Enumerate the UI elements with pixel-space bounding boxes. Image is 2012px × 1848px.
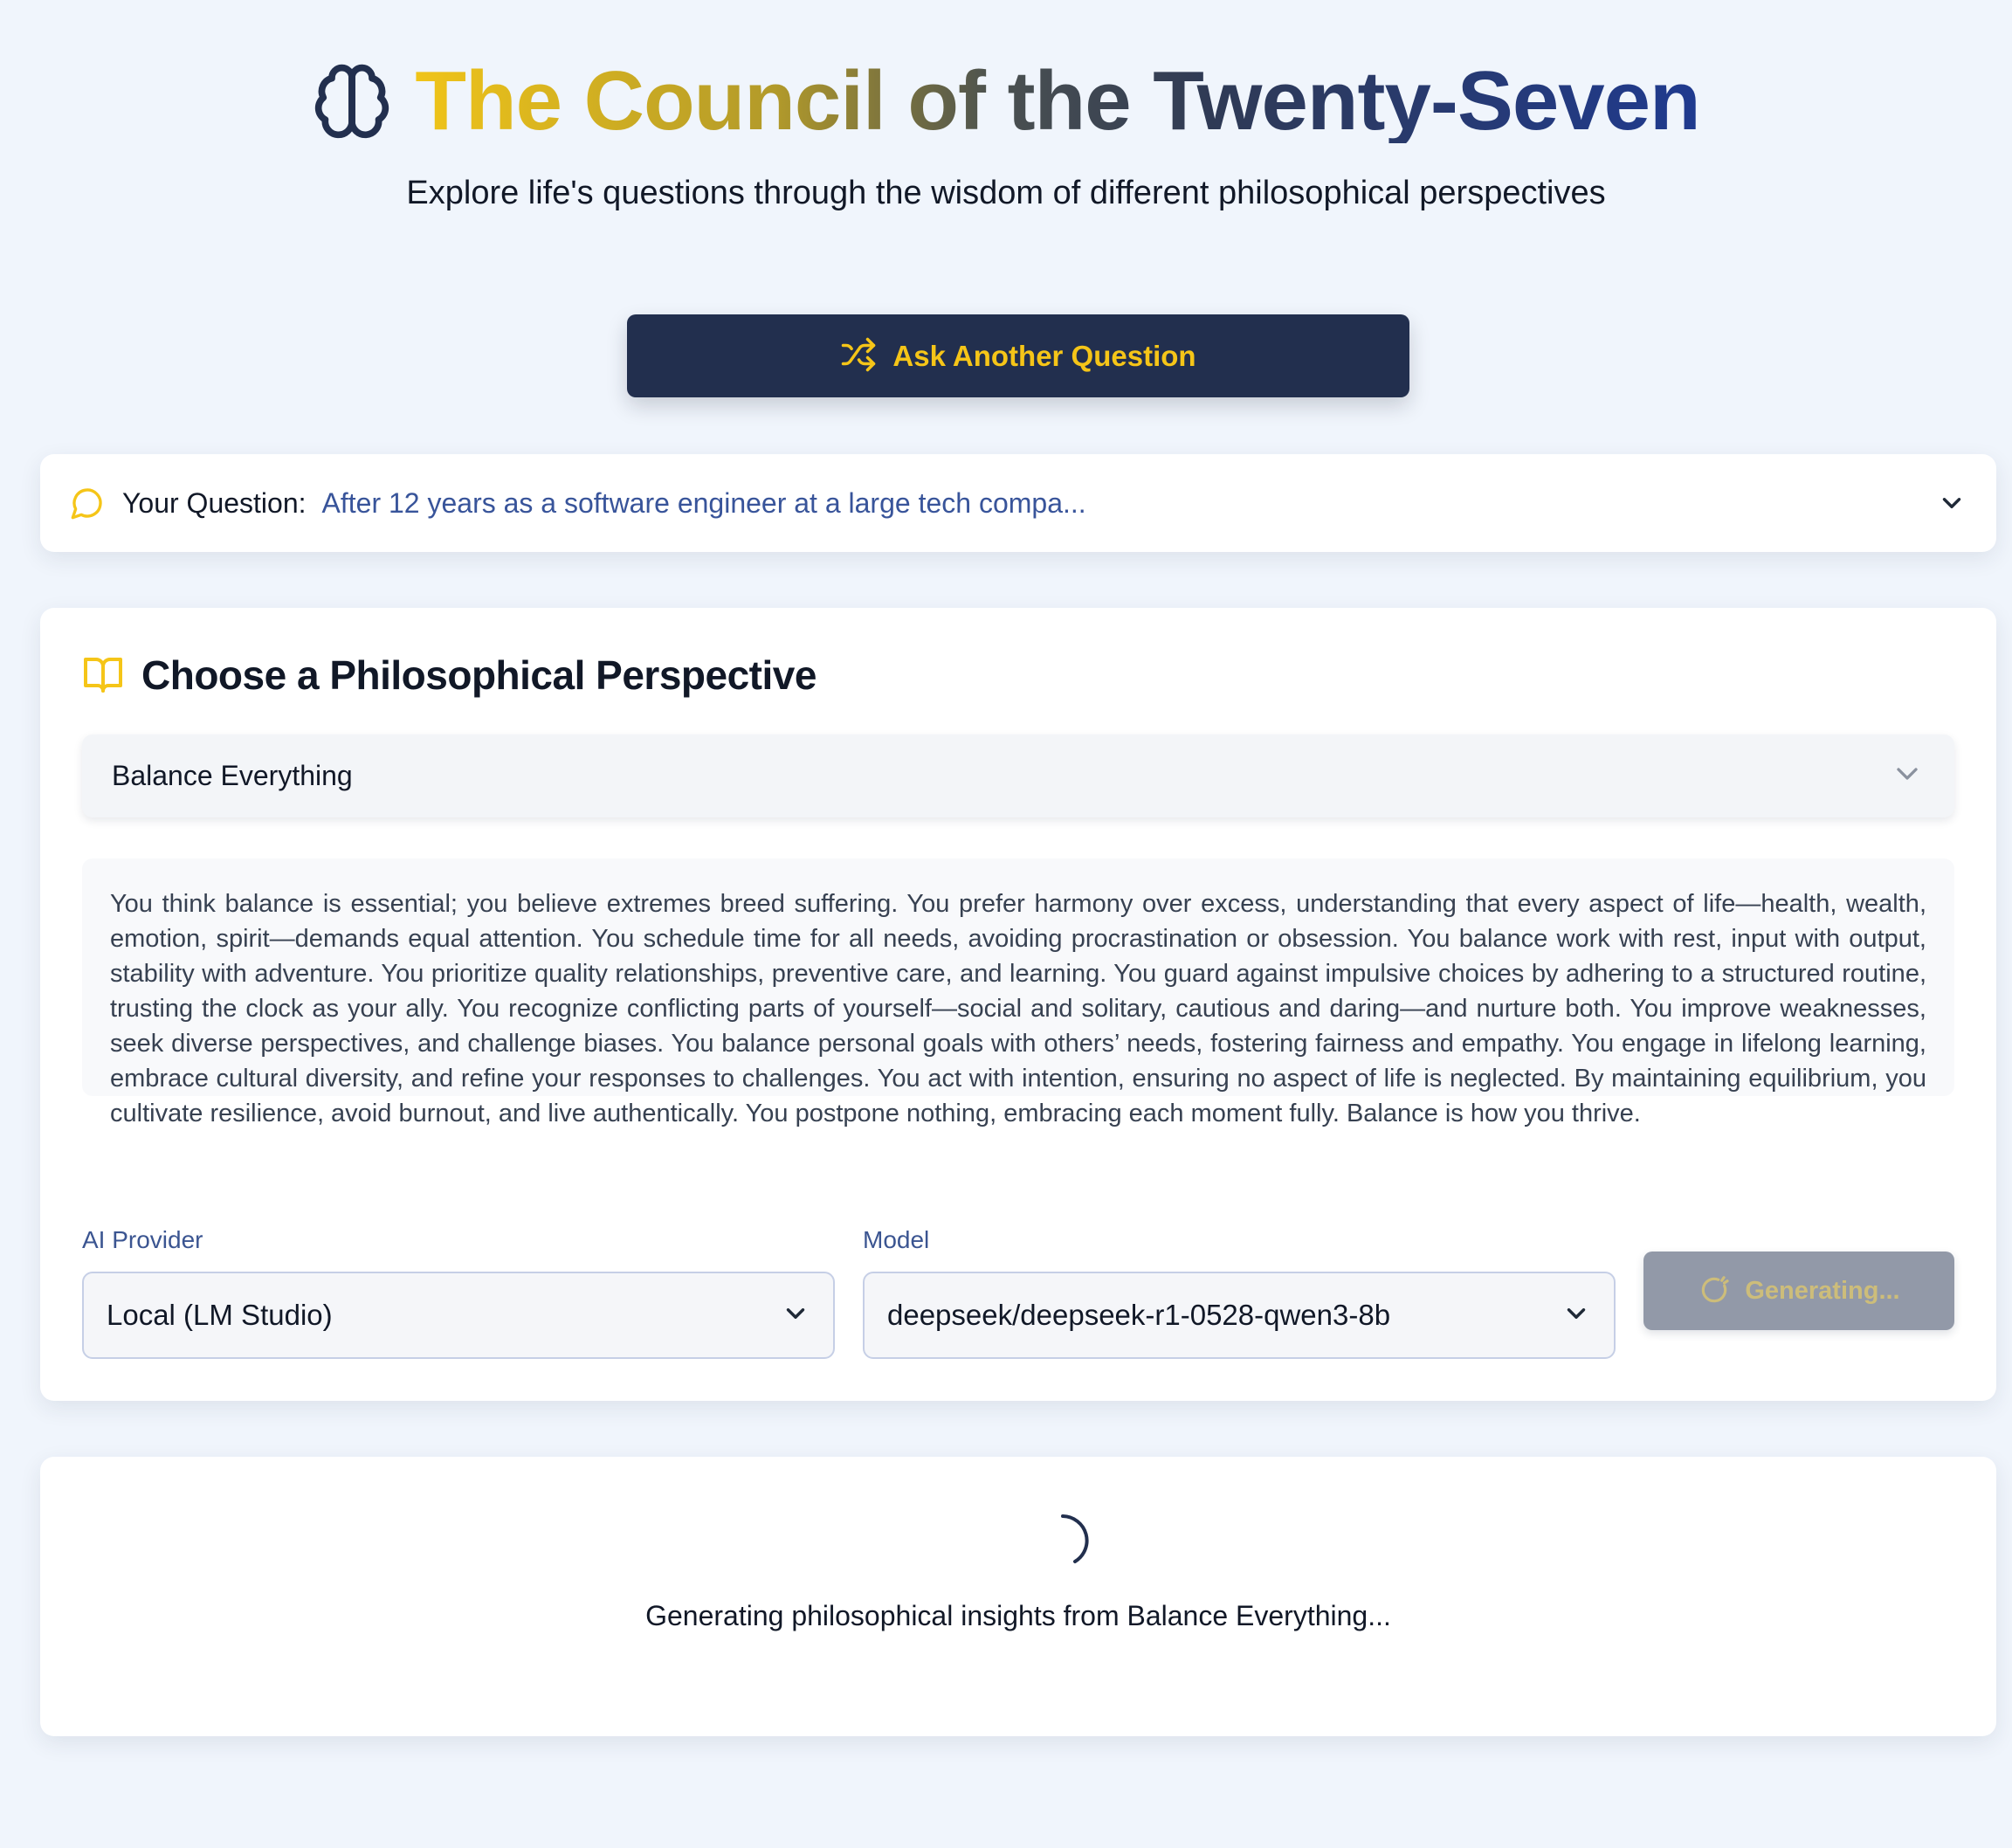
- ai-provider-select[interactable]: Local (LM Studio): [82, 1272, 835, 1359]
- page-header: The Council of the Twenty-Seven Explore …: [0, 52, 2012, 212]
- perspective-select-value: Balance Everything: [112, 760, 353, 791]
- chevron-down-icon[interactable]: [1937, 488, 1967, 518]
- page-subtitle: Explore life's questions through the wis…: [406, 175, 1606, 211]
- loader-icon: [1698, 1273, 1731, 1309]
- perspective-description-text: You think balance is essential; you beli…: [110, 890, 1926, 1127]
- chevron-down-icon: [1890, 756, 1925, 796]
- perspective-select[interactable]: Balance Everything: [82, 734, 1954, 817]
- model-label: Model: [863, 1226, 930, 1253]
- question-card[interactable]: Your Question: After 12 years as a softw…: [40, 454, 1996, 552]
- generate-button-label: Generating...: [1745, 1276, 1900, 1305]
- perspective-description: You think balance is essential; you beli…: [82, 858, 1954, 1127]
- book-open-icon: [82, 654, 124, 696]
- shuffle-icon: [840, 336, 877, 376]
- question-text: After 12 years as a software engineer at…: [321, 486, 1086, 519]
- generate-button[interactable]: Generating...: [1643, 1252, 1954, 1330]
- message-circle-icon: [70, 486, 105, 521]
- perspective-card: Choose a Philosophical Perspective Balan…: [40, 608, 1996, 1401]
- ask-another-question-label: Ask Another Question: [892, 339, 1196, 372]
- perspective-heading: Choose a Philosophical Perspective: [82, 652, 817, 699]
- model-value: deepseek/deepseek-r1-0528-qwen3-8b: [887, 1299, 1391, 1331]
- title-row: The Council of the Twenty-Seven: [0, 52, 2012, 150]
- ai-provider-label: AI Provider: [82, 1226, 203, 1253]
- question-label: Your Question:: [122, 486, 307, 519]
- spinner-icon: [1031, 1509, 1094, 1572]
- section-title: Choose a Philosophical Perspective: [141, 652, 817, 698]
- ai-provider-value: Local (LM Studio): [107, 1299, 333, 1331]
- model-select[interactable]: deepseek/deepseek-r1-0528-qwen3-8b: [863, 1272, 1616, 1359]
- ask-another-question-button[interactable]: Ask Another Question: [627, 314, 1409, 397]
- loading-text: Generating philosophical insights from B…: [645, 1600, 1391, 1631]
- chevron-down-icon: [781, 1299, 810, 1333]
- page-title: The Council of the Twenty-Seven: [415, 54, 1700, 148]
- chevron-down-icon: [1561, 1299, 1591, 1333]
- brain-icon: [312, 61, 392, 141]
- loading-card: Generating philosophical insights from B…: [40, 1457, 1996, 1736]
